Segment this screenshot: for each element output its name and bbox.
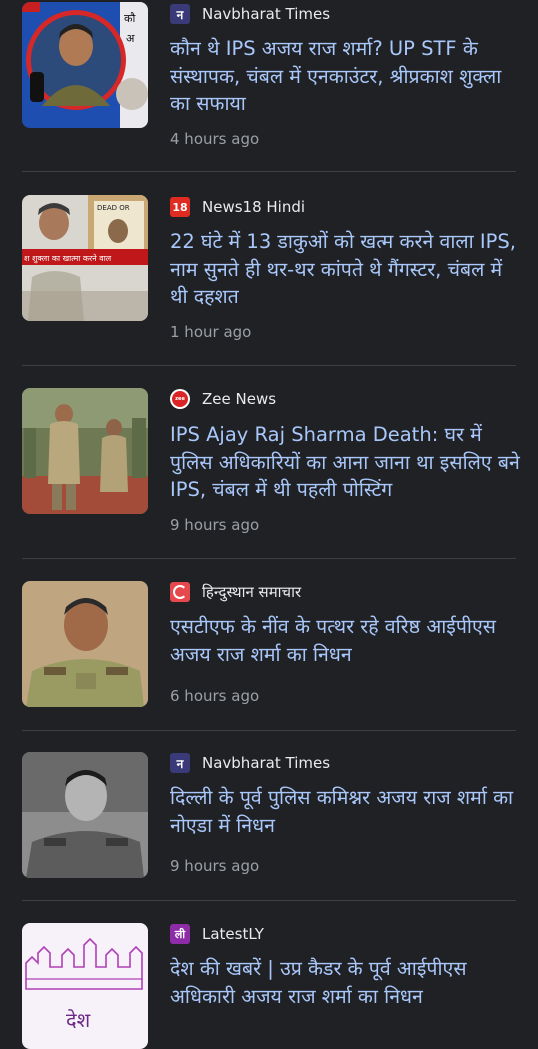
source-name: Navbharat Times: [202, 5, 331, 23]
news-card[interactable]: DEAD OR श शुक्ला का खात्मा करने वाल 18 N…: [0, 172, 538, 366]
news-timestamp: 9 hours ago: [170, 857, 260, 875]
news-headline[interactable]: देश की खबरें | उप्र कैडर के पूर्व आईपीएस…: [170, 955, 520, 1010]
news-headline[interactable]: एसटीएफ के नींव के पत्थर रहे वरिष्ठ आईपीए…: [170, 613, 520, 668]
zee-logo-text: zee: [172, 391, 188, 407]
news-timestamp: 4 hours ago: [170, 130, 260, 148]
source-name: LatestLY: [202, 925, 264, 943]
news-source: न Navbharat Times: [170, 3, 330, 25]
news-card[interactable]: देश ली LatestLY देश की खबरें | उप्र कैडर…: [0, 901, 538, 1049]
news-card[interactable]: zee Zee News IPS Ajay Raj Sharma Death: …: [0, 366, 538, 559]
news-headline[interactable]: कौन थे IPS अजय राज शर्मा? UP STF के संस्…: [170, 35, 520, 118]
news-source: न Navbharat Times: [170, 752, 330, 774]
thumbnail-text: DEAD OR: [97, 204, 130, 212]
source-name: Navbharat Times: [202, 754, 331, 772]
news-timestamp: 9 hours ago: [170, 516, 260, 534]
navbharat-times-logo-icon: न: [170, 4, 190, 24]
news-thumbnail[interactable]: [22, 581, 148, 707]
latestly-logo-icon: ली: [170, 924, 190, 944]
news-thumbnail-image: [22, 581, 148, 707]
news-thumbnail[interactable]: देश: [22, 923, 148, 1049]
news-card[interactable]: न Navbharat Times दिल्ली के पूर्व पुलिस …: [0, 731, 538, 901]
source-name: News18 Hindi: [202, 198, 306, 216]
zee-news-logo-icon: zee: [170, 389, 190, 409]
thumbnail-text: अ: [126, 32, 135, 45]
news-thumbnail-image: कौ अ: [22, 2, 148, 128]
news-source: 18 News18 Hindi: [170, 196, 305, 218]
source-name: हिन्दुस्थान समाचार: [202, 583, 302, 601]
news-thumbnail-image: DEAD OR श शुक्ला का खात्मा करने वाल: [22, 195, 148, 321]
news-timestamp: 6 hours ago: [170, 687, 260, 705]
news-thumbnail[interactable]: DEAD OR श शुक्ला का खात्मा करने वाल: [22, 195, 148, 321]
navbharat-times-logo-icon: न: [170, 753, 190, 773]
news-headline[interactable]: IPS Ajay Raj Sharma Death: घर में पुलिस …: [170, 421, 520, 504]
news-headline[interactable]: दिल्ली के पूर्व पुलिस कमिश्नर अजय राज शर…: [170, 784, 520, 839]
news-thumbnail-image: देश: [22, 923, 148, 1049]
news-thumbnail-image: [22, 388, 148, 514]
news-thumbnail[interactable]: [22, 752, 148, 878]
news-thumbnail[interactable]: [22, 388, 148, 514]
thumbnail-text: श शुक्ला का खात्मा करने वाल: [24, 253, 112, 264]
hindusthan-samachar-logo-icon: [170, 582, 190, 602]
source-name: Zee News: [202, 390, 277, 408]
news-source: हिन्दुस्थान समाचार: [170, 581, 301, 603]
thumbnail-text: कौ: [124, 12, 135, 25]
news18-logo-icon: 18: [170, 197, 190, 217]
news-card[interactable]: कौ अ न Navbharat Times कौन थे IPS अजय रा…: [0, 0, 538, 172]
news-thumbnail-image: [22, 752, 148, 878]
hindusthan-samachar-logo-mark: [173, 585, 187, 599]
news-timestamp: 1 hour ago: [170, 323, 252, 341]
news-headline[interactable]: 22 घंटे में 13 डाकुओं को खत्म करने वाला …: [170, 228, 520, 311]
news-source: ली LatestLY: [170, 923, 264, 945]
news-source: zee Zee News: [170, 388, 276, 410]
news-thumbnail[interactable]: कौ अ: [22, 2, 148, 128]
thumbnail-text: देश: [66, 1008, 91, 1032]
news-card[interactable]: हिन्दुस्थान समाचार एसटीएफ के नींव के पत्…: [0, 559, 538, 731]
